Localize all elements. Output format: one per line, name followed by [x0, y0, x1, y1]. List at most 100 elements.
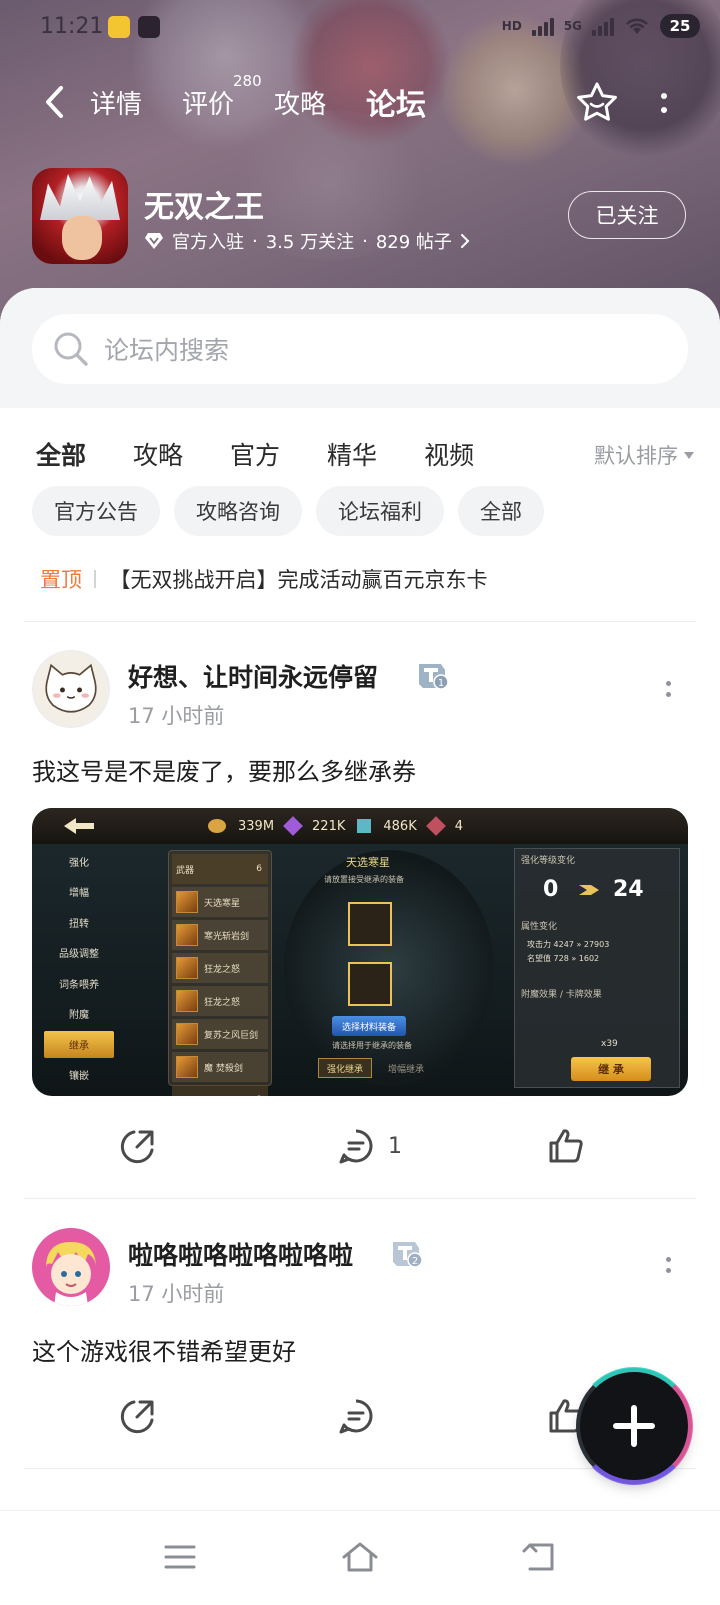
gem-amount: 221K	[312, 818, 346, 834]
chip-guide-questions[interactable]: 攻略咨询	[174, 486, 302, 536]
message-notification-icon	[138, 16, 160, 38]
follow-button[interactable]: 已关注	[568, 191, 686, 239]
item-name: 狂龙之怒	[204, 997, 241, 1008]
filter-tab-all[interactable]: 全部	[36, 436, 87, 484]
game-menu-item: 扭转	[69, 918, 89, 930]
gold-amount: 339M	[238, 818, 275, 834]
cube-icon	[357, 819, 372, 833]
game-menu-item-selected: 继承	[44, 1031, 114, 1058]
share-button[interactable]	[118, 1396, 158, 1436]
game-menu-item: 强化	[69, 857, 89, 869]
filter-tab-video[interactable]: 视频	[424, 436, 474, 480]
key-icon	[425, 816, 446, 836]
more-options-button[interactable]	[652, 86, 676, 120]
avatar[interactable]	[32, 650, 110, 728]
level-badge-icon: 2	[393, 1242, 422, 1268]
share-button[interactable]	[118, 1126, 158, 1166]
dot-icon	[665, 692, 671, 697]
list-header-label: 武器	[176, 865, 195, 876]
post-more-button[interactable]	[658, 1250, 678, 1280]
thumbs-up-icon	[549, 1129, 583, 1163]
menu-icon[interactable]	[160, 1539, 200, 1575]
filter-tab-featured[interactable]: 精华	[327, 436, 377, 480]
chip-welfare[interactable]: 论坛福利	[316, 486, 444, 536]
sort-dropdown[interactable]: 默认排序	[594, 440, 694, 470]
equipment-item: 狂龙之怒	[172, 953, 268, 983]
game-meta: 官方入驻 · 3.5 万关注 · 829 帖子	[144, 228, 470, 254]
arrow-left-icon	[64, 818, 94, 834]
pinned-post[interactable]: 置顶 【无双挑战开启】完成活动赢百元京东卡	[40, 564, 488, 594]
equipment-item: 复苏之风巨剑	[172, 1019, 268, 1049]
pinned-separator	[94, 570, 96, 588]
filter-tab-official[interactable]: 官方	[230, 436, 280, 480]
equipment-list-header: 武器 6	[172, 854, 268, 884]
level-number: 2	[412, 1256, 418, 1267]
meta-separator: ·	[252, 230, 258, 252]
list-footer-count: 9	[256, 1095, 262, 1096]
inherit-hint-top: 请放置接受继承的装备	[324, 875, 404, 884]
tab-guides[interactable]: 攻略	[274, 84, 326, 121]
post-author[interactable]: 好想、让时间永远停留	[128, 658, 378, 694]
comment-button[interactable]	[336, 1396, 388, 1436]
post-time: 17 小时前	[128, 704, 225, 728]
item-name: 复苏之风巨剑	[204, 1030, 259, 1041]
game-tab-amplify: 增幅继承	[388, 1064, 425, 1075]
avatar[interactable]	[32, 1228, 110, 1306]
tab-forum[interactable]: 论坛	[366, 80, 426, 124]
like-button[interactable]	[546, 1126, 586, 1166]
comment-icon	[339, 1129, 373, 1164]
level-change-title: 强化等级变化	[521, 856, 576, 866]
equipment-item: 寒光斩岩剑	[172, 920, 268, 950]
filter-tab-guides[interactable]: 攻略	[133, 436, 183, 480]
inherit-hint-bottom: 请选择用于继承的装备	[332, 1041, 412, 1050]
status-icons: HD 5G 25	[502, 14, 700, 38]
share-icon	[120, 1130, 154, 1164]
post-more-button[interactable]	[658, 674, 678, 704]
arrow-right-icon	[579, 885, 599, 895]
hd-label: HD	[501, 19, 522, 33]
level-to: 24	[613, 877, 644, 902]
meta-separator: ·	[362, 230, 368, 252]
divider	[24, 1198, 696, 1199]
game-icon[interactable]	[32, 168, 128, 264]
item-name: 寒光斩岩剑	[204, 931, 250, 942]
chip-all[interactable]: 全部	[458, 486, 544, 536]
tab-details[interactable]: 详情	[90, 84, 142, 121]
dot-icon	[661, 107, 667, 113]
equipment-slot	[348, 902, 392, 946]
dot-icon	[665, 1268, 671, 1273]
weibo-notification-icon	[108, 16, 130, 38]
post-image[interactable]: 339M 221K 486K 4 强化 增幅 扭转 品级调整 词条喂养 附魔 继…	[32, 808, 688, 1096]
post-time: 17 小时前	[128, 1282, 225, 1306]
post-text[interactable]: 我这号是不是废了，要那么多继承券	[32, 752, 416, 787]
home-icon[interactable]	[340, 1539, 380, 1575]
chevron-right-icon	[460, 234, 470, 248]
post-text[interactable]: 这个游戏很不错希望更好	[32, 1332, 296, 1367]
game-resource-bar: 339M 221K 486K 4	[32, 808, 688, 844]
chip-announcements[interactable]: 官方公告	[32, 486, 160, 536]
status-bar: 11:21 HD 5G 25	[0, 0, 720, 56]
list-header-count: 6	[256, 864, 262, 874]
battery-indicator: 25	[660, 14, 700, 38]
favorite-button[interactable]	[574, 80, 620, 126]
back-button[interactable]	[36, 82, 72, 122]
game-menu-item: 增幅	[69, 888, 89, 900]
wifi-icon	[626, 18, 648, 34]
create-post-button[interactable]	[575, 1367, 693, 1485]
official-diamond-icon	[145, 233, 163, 249]
search-placeholder: 论坛内搜索	[104, 336, 230, 365]
cube-amount: 486K	[383, 818, 417, 834]
inherit-cost: x39	[601, 1039, 618, 1049]
search-input[interactable]: 论坛内搜索	[32, 314, 688, 384]
back-nav-icon[interactable]	[520, 1539, 560, 1575]
post-author[interactable]: 啦咯啦咯啦咯啦咯啦	[128, 1236, 353, 1272]
game-menu-item: 品级调整	[59, 949, 99, 961]
game-tab-strengthen: 强化继承	[318, 1058, 373, 1078]
attr-change-title: 属性变化	[521, 922, 558, 932]
tab-reviews[interactable]: 评价	[182, 84, 234, 121]
comment-button[interactable]: 1	[336, 1126, 402, 1166]
posts-count[interactable]: 829 帖子	[376, 228, 452, 254]
official-label: 官方入驻	[172, 232, 244, 253]
star-face-icon	[577, 82, 617, 121]
divider	[24, 621, 696, 622]
